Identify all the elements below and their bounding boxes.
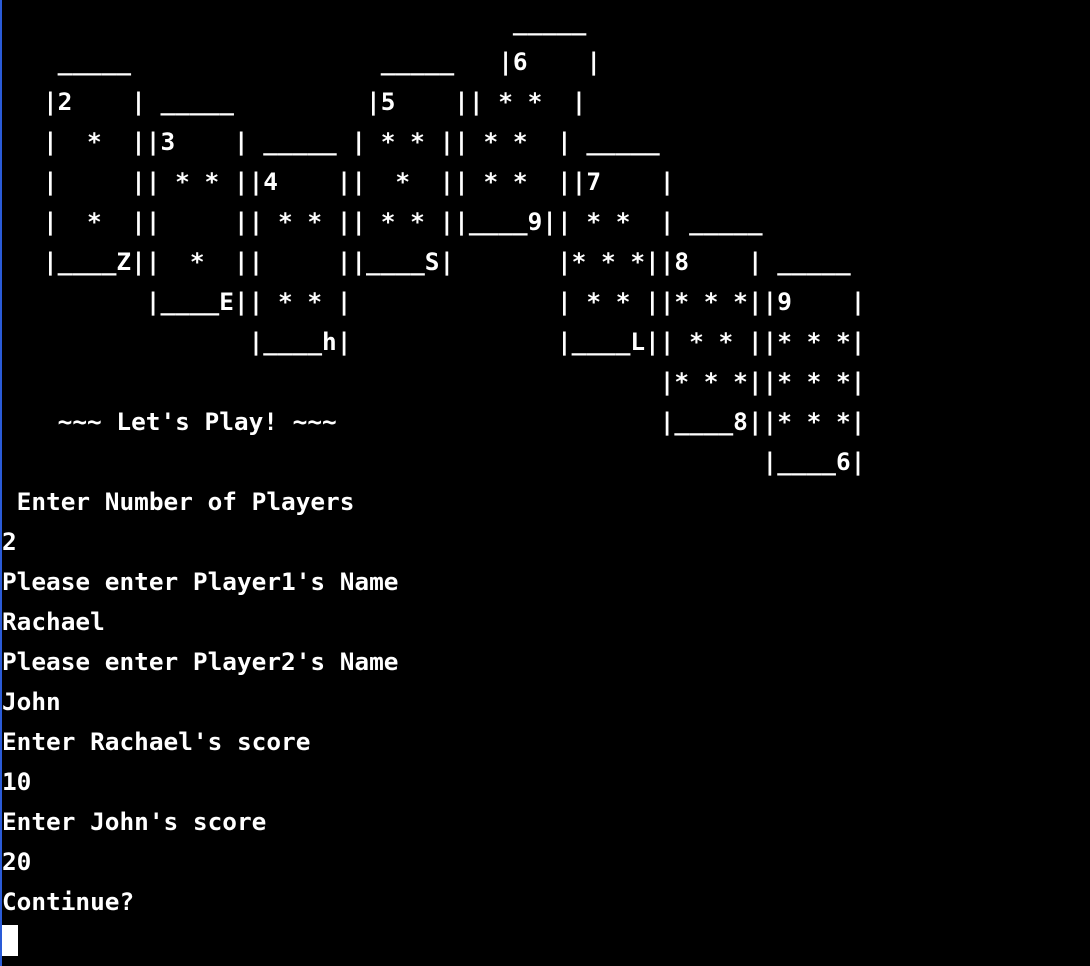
input-echo: John [2, 687, 61, 716]
banner-line: _____ _____ |6 | [43, 47, 602, 76]
prompt-player1-score: Enter Rachael's score [2, 727, 311, 756]
banner-line: |____E|| * * | | * * ||* * *||9 | [43, 287, 866, 316]
prompt-player1-name: Please enter Player1's Name [2, 567, 399, 596]
banner-line: |____6| [43, 447, 866, 476]
banner-line: | * ||3 | _____ | * * || * * | _____ [43, 127, 660, 156]
input-echo: 10 [2, 767, 32, 796]
banner-line: | * || || * * || * * ||____9|| * * | ___… [43, 207, 763, 236]
text-cursor[interactable] [2, 925, 18, 956]
banner-line: |2 | _____ |5 || * * | [43, 87, 587, 116]
input-echo: Rachael [2, 607, 105, 636]
banner-line: |____Z|| * || ||____S| |* * *||8 | _____ [43, 247, 851, 276]
banner-line: _____ [43, 7, 587, 36]
prompt-player2-score: Enter John's score [2, 807, 267, 836]
input-echo: 2 [2, 527, 17, 556]
prompt-number-of-players: Enter Number of Players [2, 487, 355, 516]
prompt-player2-name: Please enter Player2's Name [2, 647, 399, 676]
banner-line: ~~~ Let's Play! ~~~ |____8||* * *| [43, 407, 866, 436]
banner-line: | || * * ||4 || * || * * ||7 | [43, 167, 675, 196]
terminal-window[interactable]: _____ _____ _____ |6 | |2 | _____ |5 || … [0, 0, 1088, 966]
prompt-continue: Continue? [2, 887, 135, 916]
banner-line: |____h| |____L|| * * ||* * *| [43, 327, 866, 356]
banner-line: |* * *||* * *| [43, 367, 866, 396]
input-echo: 20 [2, 847, 32, 876]
